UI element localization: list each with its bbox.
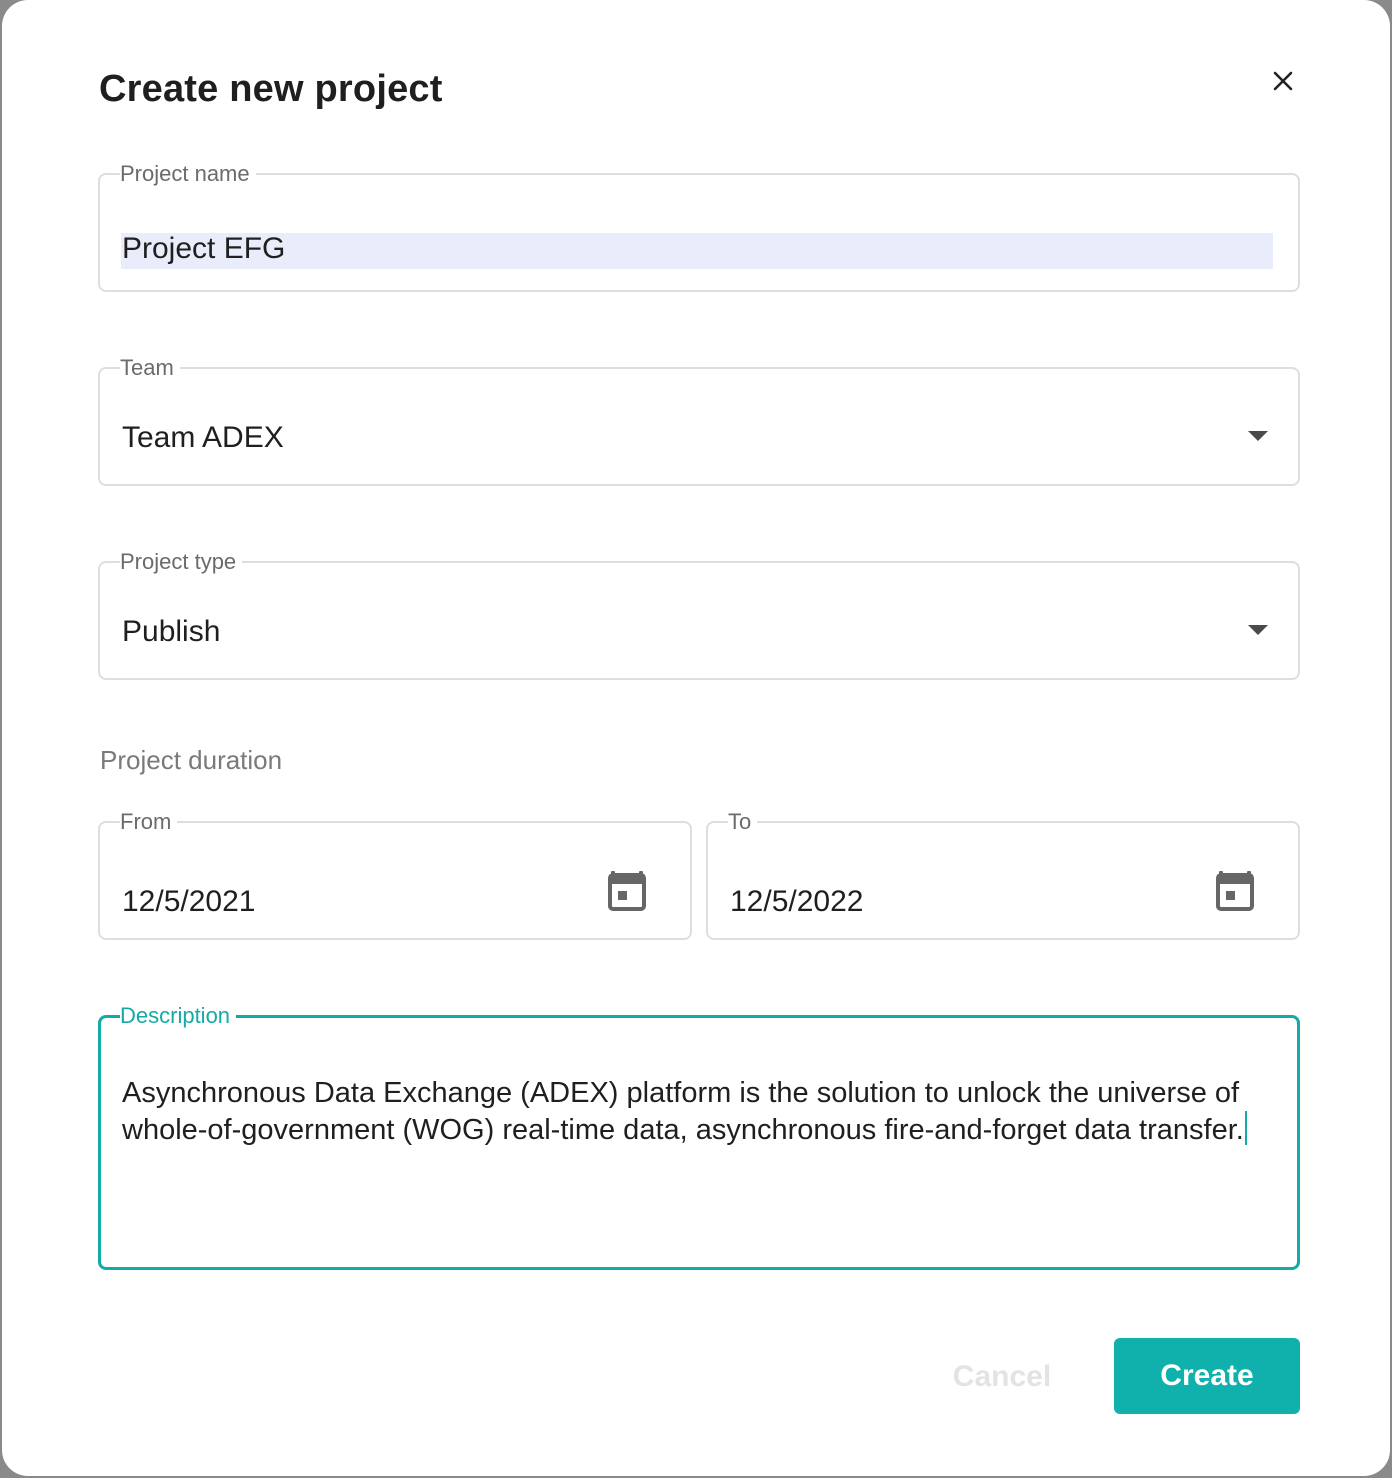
from-date-label: From — [120, 809, 172, 834]
close-icon — [1273, 71, 1293, 91]
create-project-dialog: Create new project Project name Project … — [2, 0, 1390, 1476]
to-date-field[interactable]: To 12/5/2022 — [706, 811, 1300, 940]
project-type-selected-value: Publish — [122, 615, 221, 648]
description-text: Asynchronous Data Exchange (ADEX) platfo… — [122, 1077, 1244, 1146]
project-type-label: Project type — [120, 549, 237, 574]
from-date-field[interactable]: From 12/5/2021 — [98, 811, 692, 940]
calendar-icon[interactable] — [608, 869, 646, 911]
calendar-icon[interactable] — [1216, 869, 1254, 911]
from-date-input[interactable]: 12/5/2021 — [122, 885, 255, 919]
text-cursor — [1244, 1111, 1247, 1145]
chevron-down-icon[interactable] — [1248, 431, 1268, 441]
description-textarea[interactable]: Asynchronous Data Exchange (ADEX) platfo… — [122, 1075, 1273, 1148]
team-label: Team — [120, 355, 174, 380]
description-label: Description — [120, 1003, 231, 1028]
project-name-input[interactable]: Project EFG — [122, 232, 285, 266]
project-name-label: Project name — [120, 161, 250, 186]
team-selected-value: Team ADEX — [122, 421, 284, 454]
to-date-input[interactable]: 12/5/2022 — [730, 885, 863, 919]
team-select[interactable]: Team Team ADEX — [98, 357, 1300, 486]
to-date-label: To — [728, 809, 752, 834]
project-name-field[interactable]: Project name Project EFG — [98, 163, 1300, 292]
cancel-button[interactable]: Cancel — [932, 1340, 1072, 1414]
project-duration-label: Project duration — [100, 745, 283, 775]
chevron-down-icon[interactable] — [1248, 625, 1268, 635]
project-type-select[interactable]: Project type Publish — [98, 551, 1300, 680]
description-field[interactable]: Description Asynchronous Data Exchange (… — [98, 1005, 1300, 1270]
close-button[interactable] — [1264, 62, 1302, 100]
text-selection-highlight — [121, 233, 1273, 269]
create-button[interactable]: Create — [1114, 1338, 1300, 1414]
dialog-title: Create new project — [99, 68, 443, 110]
